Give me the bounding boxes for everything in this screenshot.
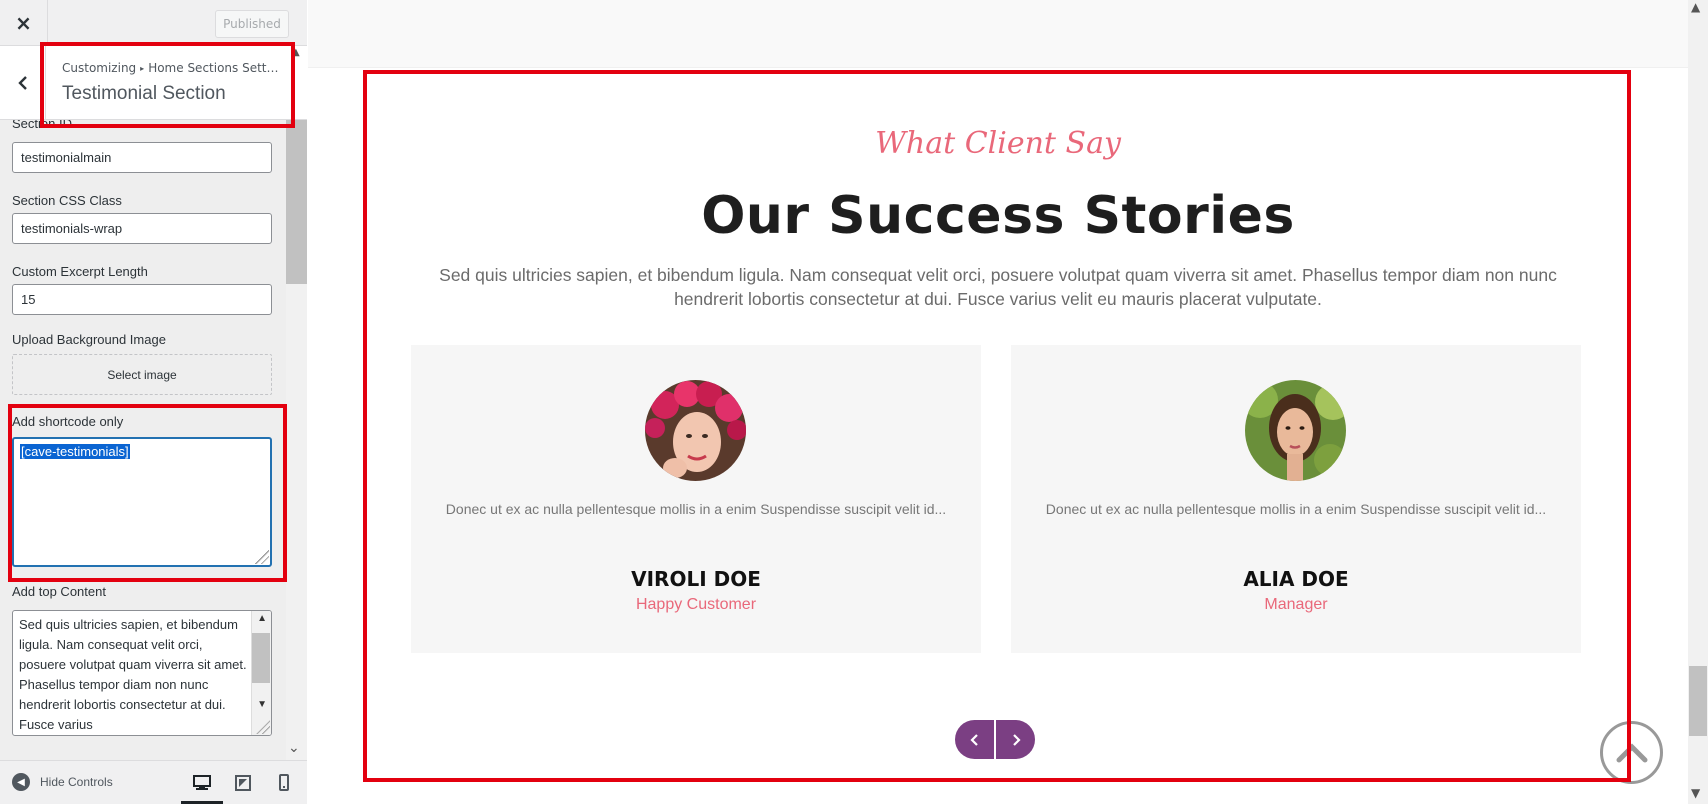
preview-top-band bbox=[308, 0, 1688, 68]
chevron-down-icon[interactable]: ⌄ bbox=[288, 740, 300, 756]
sidebar-scroll-thumb[interactable] bbox=[286, 120, 307, 284]
section-css-class-input[interactable]: testimonials-wrap bbox=[12, 213, 272, 244]
mobile-icon[interactable] bbox=[271, 771, 297, 795]
desktop-icon[interactable] bbox=[189, 771, 215, 795]
tablet-icon[interactable] bbox=[230, 771, 256, 795]
excerpt-length-input[interactable]: 15 bbox=[12, 284, 272, 315]
top-content-text: Sed quis ultricies sapien, et bibendum l… bbox=[19, 617, 247, 732]
section-id-input[interactable]: testimonialmain bbox=[12, 142, 272, 173]
select-image-button[interactable]: Select image bbox=[12, 354, 272, 395]
customizer-topbar: × Published bbox=[0, 0, 307, 46]
resize-grip-icon[interactable] bbox=[256, 720, 270, 734]
textarea-scroll-thumb[interactable] bbox=[252, 633, 270, 683]
textarea-scroll-down-icon[interactable]: ▼ bbox=[257, 699, 267, 710]
hide-controls-label: Hide Controls bbox=[40, 775, 113, 789]
customizer-footer: ◀ Hide Controls bbox=[0, 760, 307, 804]
scroll-down-arrow-icon[interactable]: ▼ bbox=[1691, 786, 1700, 800]
excerpt-length-label: Custom Excerpt Length bbox=[12, 264, 148, 279]
top-content-label: Add top Content bbox=[12, 584, 106, 599]
textarea-scroll-up-icon[interactable]: ▲ bbox=[257, 613, 267, 624]
hide-controls-icon: ◀ bbox=[12, 773, 30, 791]
top-content-textarea[interactable]: Sed quis ultricies sapien, et bibendum l… bbox=[12, 610, 272, 736]
preview-scroll-thumb[interactable] bbox=[1689, 666, 1707, 736]
highlight-box-shortcode bbox=[8, 404, 287, 582]
scroll-up-arrow-icon[interactable]: ▲ bbox=[1691, 0, 1700, 14]
section-css-class-label: Section CSS Class bbox=[12, 193, 122, 208]
hide-controls-button[interactable]: ◀ Hide Controls bbox=[12, 773, 113, 791]
bg-image-label: Upload Background Image bbox=[12, 332, 166, 347]
highlight-box-header bbox=[40, 42, 295, 128]
close-icon[interactable]: × bbox=[0, 0, 48, 46]
publish-button[interactable]: Published bbox=[215, 10, 289, 38]
highlight-box-preview bbox=[363, 70, 1631, 782]
chevron-left-icon bbox=[17, 76, 27, 90]
